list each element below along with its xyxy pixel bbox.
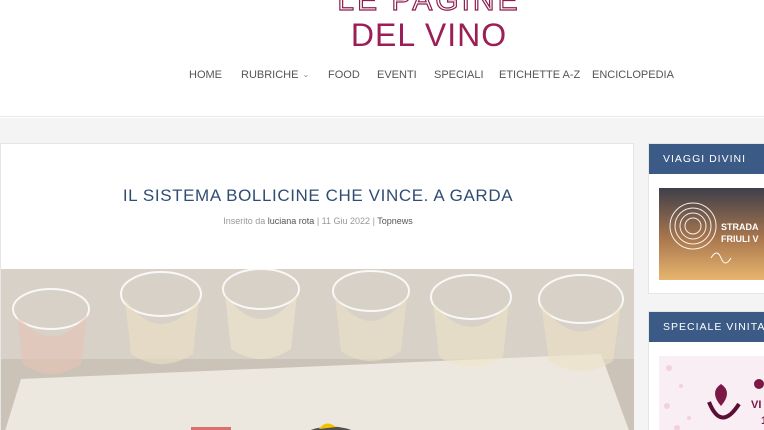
nav-item-eventi[interactable]: EVENTI [377, 69, 417, 81]
author-link[interactable]: luciana rota [268, 216, 315, 226]
banner-text-friuli: FRIULI V [721, 234, 759, 244]
nav-item-rubriche-label: RUBRICHE [241, 69, 299, 81]
chevron-down-icon: ⌄ [302, 70, 310, 79]
nav-item-enciclopedia[interactable]: ENCICLOPEDIA [592, 69, 674, 81]
wine-glasses-photo [1, 269, 634, 430]
post-date: 11 Giu 2022 [321, 216, 371, 226]
widget-title: SPECIALE VINITALY [649, 312, 764, 342]
nav-item-rubriche[interactable]: RUBRICHE ⌄ [241, 69, 309, 81]
banner-text-strada: STRADA [721, 222, 759, 232]
vinitaly-banner-image[interactable]: VI 1 [659, 356, 764, 430]
sidebar-widget-vinitaly: SPECIALE VINITALY VI 1 [648, 311, 764, 430]
widget-title: VIAGGI DIVINI [649, 144, 764, 174]
meta-separator: | [316, 216, 320, 226]
banner-text-vi: VI [751, 399, 761, 411]
nav-item-speciali[interactable]: SPECIALI [434, 69, 484, 81]
category-link[interactable]: Topnews [377, 216, 413, 226]
post-title[interactable]: IL SISTEMA BOLLICINE CHE VINCE. A GARDA [1, 186, 635, 206]
vinitaly-banner-art: VI 1 [659, 356, 764, 430]
post-card: IL SISTEMA BOLLICINE CHE VINCE. A GARDA … [0, 143, 634, 430]
meta-separator: | [372, 216, 375, 226]
post-meta: Inserito da luciana rota | 11 Giu 2022 |… [1, 216, 635, 226]
nav-item-home[interactable]: HOME [189, 69, 222, 81]
logo-main-text: DEL VINO [350, 17, 508, 53]
nav-item-etichette[interactable]: ETICHETTE A-Z [499, 69, 580, 81]
sidebar-widget-viaggi: VIAGGI DIVINI STRADA FRIULI V [648, 143, 764, 294]
nav-item-food[interactable]: FOOD [328, 69, 360, 81]
logo-top-text: LE PAGINE [337, 0, 521, 17]
strada-banner-art: STRADA FRIULI V [659, 188, 764, 280]
main-nav: HOME RUBRICHE ⌄ FOOD EVENTI SPECIALI ETIC… [0, 69, 764, 85]
site-header: LE PAGINE DEL VINO HOME RUBRICHE ⌄ FOOD E… [0, 0, 764, 117]
site-logo[interactable]: LE PAGINE DEL VINO [334, 0, 524, 56]
meta-prefix: Inserito da [223, 216, 266, 226]
post-featured-image[interactable] [1, 269, 634, 430]
viaggi-banner-image[interactable]: STRADA FRIULI V [659, 188, 764, 280]
